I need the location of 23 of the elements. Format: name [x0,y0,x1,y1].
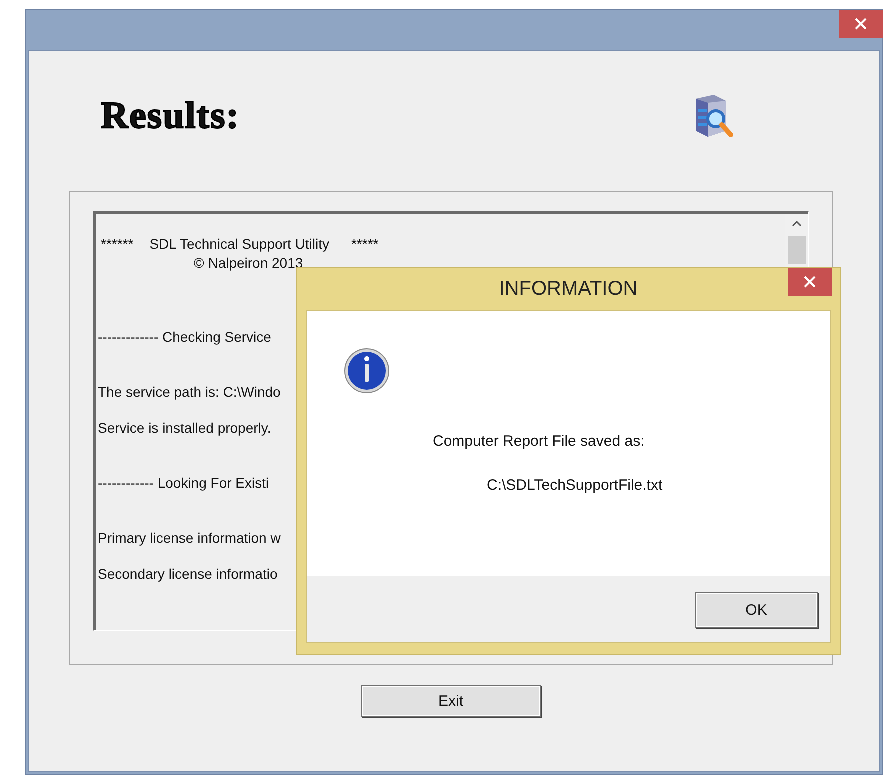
results-heading: Results: [101,94,240,138]
close-button[interactable] [839,10,883,38]
log-text: The service path is: C:\Windo [98,384,281,400]
log-text: ***** [351,236,379,252]
log-text: ****** [101,236,134,252]
log-text: Secondary license informatio [98,566,278,582]
info-icon [344,348,390,394]
dialog-message: Computer Report File saved as: [433,433,645,450]
log-text: Primary license information w [98,530,281,546]
log-text: Service is installed properly. [98,420,272,436]
exit-button[interactable]: Exit [361,685,541,717]
dialog-title: INFORMATION [499,278,638,300]
log-text: ------------- Checking Service [98,329,272,345]
log-text: SDL Technical Support Utility [150,236,330,252]
file-path: C:\SDLTechSupportFile.txt [487,477,663,494]
close-icon [804,276,816,288]
log-text: © Nalpeiron 2013 [194,255,304,271]
close-icon [854,17,868,31]
scrollbar-thumb[interactable] [788,236,806,264]
ok-button[interactable]: OK [695,592,818,628]
scroll-up-icon [792,220,802,228]
close-button[interactable] [788,268,832,296]
log-text: ------------ Looking For Existi [98,475,270,491]
